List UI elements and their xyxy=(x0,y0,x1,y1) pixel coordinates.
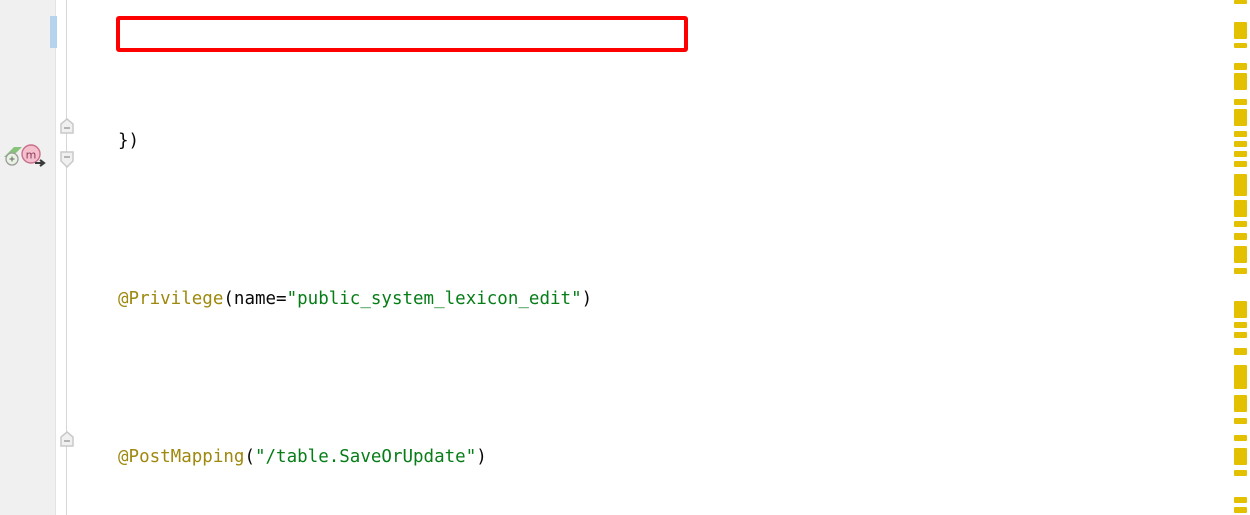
stripe-warning-mark[interactable] xyxy=(1234,43,1247,48)
gutter-divider xyxy=(55,0,56,515)
error-stripe[interactable] xyxy=(1226,0,1250,515)
code-line[interactable]: }) xyxy=(76,126,1226,158)
paren-close: ) xyxy=(581,289,593,310)
paren-open: ( xyxy=(244,447,255,468)
stripe-warning-mark[interactable] xyxy=(1234,395,1247,412)
stripe-warning-mark[interactable] xyxy=(1234,22,1247,39)
editor-gutter[interactable] xyxy=(0,0,56,515)
code-text: }) xyxy=(118,131,140,152)
code-editor[interactable]: m }) @Privilege(name="public_system_lexi… xyxy=(0,0,1250,515)
fold-collapse-top-icon[interactable] xyxy=(59,118,75,134)
stripe-warning-mark[interactable] xyxy=(1234,109,1247,126)
stripe-warning-mark[interactable] xyxy=(1234,448,1247,465)
stripe-warning-mark[interactable] xyxy=(1234,470,1247,476)
annotation-privilege: @Privilege xyxy=(118,289,224,310)
code-content[interactable]: }) @Privilege(name="public_system_lexico… xyxy=(76,0,1226,515)
changed-lines-marker[interactable] xyxy=(50,16,57,48)
stripe-warning-mark[interactable] xyxy=(1234,418,1247,424)
svg-text:m: m xyxy=(26,149,37,162)
stripe-warning-mark[interactable] xyxy=(1234,151,1247,157)
code-line[interactable]: @Privilege(name="public_system_lexicon_e… xyxy=(76,284,1226,316)
code-line[interactable]: @PostMapping("/table.SaveOrUpdate") xyxy=(76,442,1226,474)
stripe-warning-mark[interactable] xyxy=(1234,200,1247,217)
paren-close: ) xyxy=(476,447,487,468)
stripe-warning-mark[interactable] xyxy=(1234,246,1247,263)
stripe-warning-mark[interactable] xyxy=(1234,131,1247,137)
stripe-warning-mark[interactable] xyxy=(1234,332,1247,338)
annotation-string-value: "public_system_lexicon_edit" xyxy=(286,289,582,310)
annotation-param-name: name= xyxy=(233,289,287,310)
stripe-warning-mark[interactable] xyxy=(1234,348,1247,355)
stripe-warning-mark[interactable] xyxy=(1234,73,1247,90)
annotation-string-value: "/table.SaveOrUpdate" xyxy=(254,447,477,468)
paren-open: ( xyxy=(223,289,234,310)
stripe-warning-mark[interactable] xyxy=(1234,99,1247,105)
stripe-warning-mark[interactable] xyxy=(1234,507,1247,513)
fold-collapse-mid-icon[interactable] xyxy=(59,150,75,168)
stripe-warning-mark[interactable] xyxy=(1234,221,1247,227)
stripe-warning-mark[interactable] xyxy=(1234,0,1247,4)
fold-collapse-bottom-icon[interactable] xyxy=(59,431,75,447)
stripe-warning-mark[interactable] xyxy=(1234,322,1247,328)
stripe-warning-mark[interactable] xyxy=(1234,301,1247,318)
stripe-warning-mark[interactable] xyxy=(1234,174,1247,196)
stripe-warning-mark[interactable] xyxy=(1234,141,1247,147)
stripe-warning-mark[interactable] xyxy=(1234,497,1247,503)
method-navigate-icon[interactable]: m xyxy=(19,144,53,172)
stripe-warning-mark[interactable] xyxy=(1234,268,1247,274)
annotation-postmapping: @PostMapping xyxy=(118,447,245,468)
stripe-warning-mark[interactable] xyxy=(1234,63,1247,70)
stripe-warning-mark[interactable] xyxy=(1234,365,1247,389)
stripe-warning-mark[interactable] xyxy=(1234,435,1247,441)
stripe-warning-mark[interactable] xyxy=(1234,161,1247,167)
stripe-warning-mark[interactable] xyxy=(1234,233,1247,240)
